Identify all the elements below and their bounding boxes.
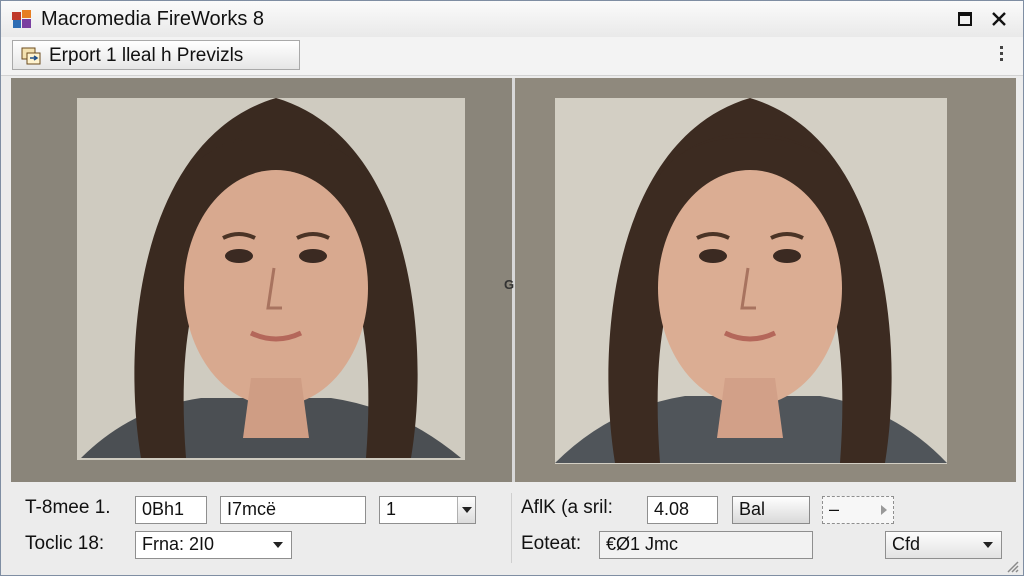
- toolbar: Erport 1 lleal h Previzls: [1, 37, 1023, 76]
- row2-label-left: Toclic 18:: [25, 533, 105, 554]
- export-icon: [21, 47, 41, 65]
- maximize-button[interactable]: [952, 7, 978, 31]
- preview-optimized: [515, 78, 1016, 482]
- export-preview-tab[interactable]: Erport 1 lleal h Previzls: [12, 40, 300, 70]
- portrait-image-optimized: [515, 78, 1016, 482]
- frames-select[interactable]: 1: [379, 496, 476, 524]
- row1-label-left: T-8mee 1.: [25, 497, 111, 518]
- panel-separator: [511, 493, 512, 563]
- frames-select-value: 1: [386, 499, 397, 519]
- bal-button[interactable]: Bal: [732, 496, 810, 524]
- option-select-value: Cfd: [892, 534, 921, 554]
- stepper-value: –: [829, 499, 840, 519]
- format-name-field[interactable]: I7mcë: [220, 496, 366, 524]
- quality-field[interactable]: 0Bh1: [135, 496, 207, 524]
- app-window: Macromedia FireWorks 8 Erport 1 lleal h …: [0, 0, 1024, 576]
- tab-label: Erport 1 lleal h Previzls: [49, 45, 244, 66]
- maximize-icon: [958, 12, 972, 26]
- row1-label-right: AflK (a sril:: [521, 497, 613, 518]
- option-select[interactable]: Cfd: [885, 531, 1002, 559]
- resize-grip-icon[interactable]: [1005, 559, 1019, 573]
- more-options-icon[interactable]: [999, 46, 1005, 66]
- export-settings-panel: T-8mee 1. 0Bh1 I7mcë 1 Toclic 18: Frna: …: [1, 483, 1023, 575]
- stepper-control[interactable]: –: [822, 496, 894, 524]
- title-bar: Macromedia FireWorks 8: [1, 1, 1023, 38]
- value-field[interactable]: 4.08: [647, 496, 718, 524]
- chevron-down-icon: [457, 497, 475, 523]
- format-select[interactable]: Frna: 2I0: [135, 531, 292, 559]
- format-select-value: Frna: 2I0: [142, 534, 215, 554]
- output-field[interactable]: €Ø1 Jmc: [599, 531, 813, 559]
- row2-label-right: Eoteat:: [521, 533, 582, 554]
- preview-original: [11, 78, 512, 482]
- portrait-image-original: [11, 78, 512, 482]
- fireworks-app-icon: [12, 10, 31, 28]
- window-title: Macromedia FireWorks 8: [41, 8, 265, 30]
- close-button[interactable]: [986, 7, 1012, 31]
- close-icon: [992, 12, 1006, 26]
- chevron-right-icon: [881, 505, 887, 515]
